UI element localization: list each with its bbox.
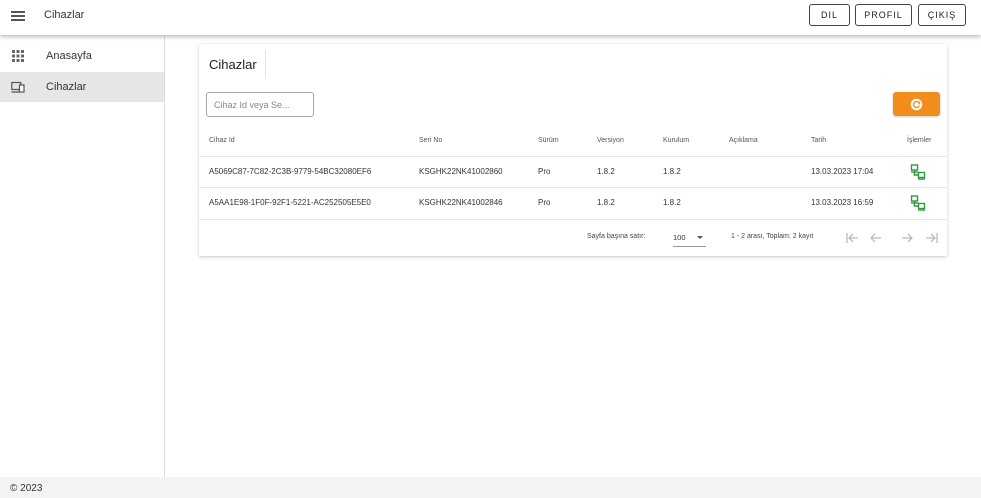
page-title: Cihazlar: [209, 57, 257, 72]
footer: © 2023: [0, 477, 981, 498]
first-page-icon[interactable]: [845, 230, 861, 246]
column-header-kurulum[interactable]: Kurulum: [663, 137, 689, 144]
previous-page-icon[interactable]: [868, 230, 884, 246]
sidebar: Anasayfa Cihazlar: [0, 36, 165, 477]
sidebar-item-label: Cihazlar: [46, 81, 87, 93]
cell-serial-no: KSGHK22NK41002846: [419, 198, 503, 207]
next-page-icon[interactable]: [899, 230, 915, 246]
language-button[interactable]: DIL: [809, 4, 850, 26]
cell-serial-no: KSGHK22NK41002860: [419, 167, 503, 176]
cell-device-id: A5AA1E98-1F0F-92F1-5221-AC252505E5E0: [209, 198, 371, 207]
sidebar-item-label: Anasayfa: [46, 50, 92, 62]
column-header-islemler: İşlemler: [907, 137, 932, 144]
devices-icon: [11, 81, 25, 93]
row-divider: [199, 219, 947, 220]
cell-date: 13.03.2023 17:04: [811, 167, 874, 176]
copyright-text: © 2023: [10, 483, 43, 494]
pagination-range: 1 - 2 arası, Toplam: 2 kayıt: [731, 233, 814, 240]
logout-button[interactable]: ÇIKIŞ: [918, 4, 966, 26]
cell-edition: Pro: [538, 167, 551, 176]
column-header-seri-no[interactable]: Seri No: [419, 137, 442, 144]
cell-date: 13.03.2023 16:59: [811, 198, 874, 207]
hamburger-menu-icon[interactable]: [11, 9, 25, 23]
rows-per-page-value: 100: [673, 233, 686, 242]
sidebar-item-cihazlar[interactable]: Cihazlar: [0, 72, 164, 102]
cell-install: 1.8.2: [663, 198, 681, 207]
chevron-down-icon: [697, 236, 703, 239]
header-divider: [199, 156, 947, 157]
cell-install: 1.8.2: [663, 167, 681, 176]
last-page-icon[interactable]: [923, 230, 939, 246]
rows-per-page-label: Sayfa başına satır:: [587, 233, 646, 240]
network-connect-icon[interactable]: [910, 195, 926, 211]
column-header-cihaz-id[interactable]: Cihaz Id: [209, 137, 235, 144]
network-connect-icon[interactable]: [910, 164, 926, 180]
rows-per-page-select[interactable]: 100: [673, 230, 706, 247]
refresh-button[interactable]: [893, 92, 940, 116]
cell-version: 1.8.2: [597, 167, 615, 176]
column-header-aciklama[interactable]: Açıklama: [729, 137, 758, 144]
column-header-tarih[interactable]: Tarih: [811, 137, 826, 144]
app-title: Cihazlar: [44, 9, 85, 21]
search-input[interactable]: [206, 92, 314, 117]
top-app-bar: Cihazlar DIL PROFIL ÇIKIŞ: [0, 0, 981, 35]
cell-edition: Pro: [538, 198, 551, 207]
cell-version: 1.8.2: [597, 198, 615, 207]
column-header-surum[interactable]: Sürüm: [538, 137, 559, 144]
apps-grid-icon: [12, 50, 24, 62]
title-divider: [265, 50, 266, 77]
column-header-versiyon[interactable]: Versiyon: [597, 137, 624, 144]
cell-device-id: A5069C87-7C82-2C3B-9779-54BC32080EF6: [209, 167, 372, 176]
profile-button[interactable]: PROFIL: [855, 4, 912, 26]
refresh-icon: [910, 98, 923, 110]
sidebar-item-anasayfa[interactable]: Anasayfa: [0, 41, 164, 71]
devices-card: Cihazlar Cihaz Id Seri No Sürüm Versiyon…: [199, 44, 947, 256]
row-divider: [199, 187, 947, 188]
